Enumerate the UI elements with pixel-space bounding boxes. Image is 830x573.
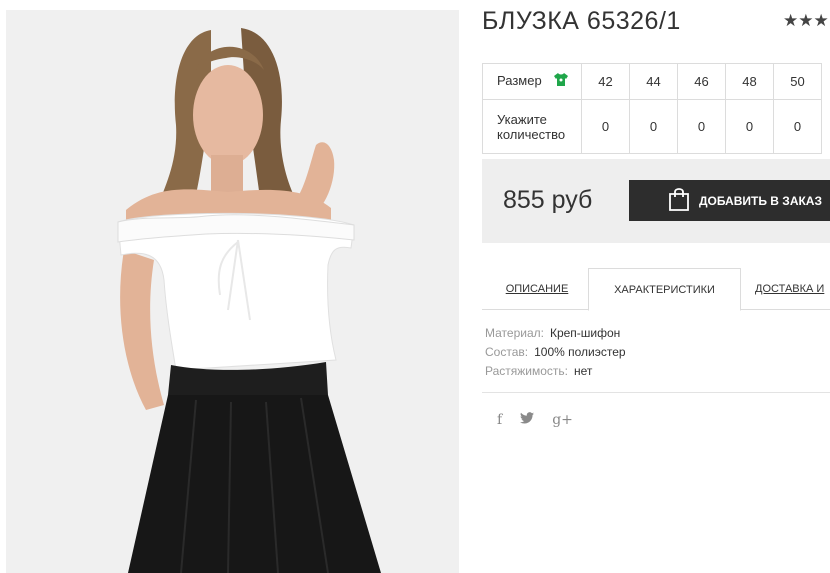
quantity-label-line2: количество — [497, 126, 566, 142]
twitter-icon[interactable] — [520, 412, 535, 428]
divider — [482, 392, 830, 393]
spec-key: Материал: — [485, 326, 544, 340]
product-tabs: ОПИСАНИЕ ХАРАКТЕРИСТИКИ ДОСТАВКА И — [482, 268, 830, 311]
spec-key: Растяжимость: — [485, 364, 569, 378]
quantity-header-cell: Укажите количество — [482, 99, 582, 154]
shopping-bag-icon — [667, 186, 691, 215]
quantity-input[interactable]: 0 — [677, 99, 726, 154]
spec-value: нет — [574, 364, 593, 378]
product-title: БЛУЗКА 65326/1 — [482, 7, 681, 35]
spec-key: Состав: — [485, 345, 529, 359]
tab-delivery-label: ДОСТАВКА И — [755, 283, 825, 295]
tab-delivery[interactable]: ДОСТАВКА И — [755, 268, 830, 310]
tab-characteristics[interactable]: ХАРАКТЕРИСТИКИ — [588, 268, 741, 311]
spec-value: Креп-шифон — [549, 326, 621, 340]
quantity-label-line1: Укажите — [497, 111, 547, 127]
price-box: 855 руб ДОБАВИТЬ В ЗАКАЗ — [482, 159, 830, 243]
google-plus-icon[interactable]: g+ — [552, 412, 573, 428]
quantity-input[interactable]: 0 — [725, 99, 774, 154]
product-photo[interactable] — [6, 10, 459, 573]
facebook-icon[interactable]: f — [497, 412, 502, 428]
size-chart-shirt-icon[interactable] — [553, 72, 569, 90]
size-cell: 48 — [725, 63, 774, 100]
size-cell: 42 — [581, 63, 630, 100]
quantity-input[interactable]: 0 — [581, 99, 630, 154]
specs-list: Материал: Креп-шифон Состав: 100% полиэсте… — [485, 324, 626, 381]
spec-row: Материал: Креп-шифон — [485, 324, 626, 343]
size-header-cell: Размер — [482, 63, 582, 100]
add-to-order-button[interactable]: ДОБАВИТЬ В ЗАКАЗ — [629, 180, 830, 221]
spec-row: Состав: 100% полиэстер — [485, 343, 626, 362]
quantity-input[interactable]: 0 — [629, 99, 678, 154]
size-row: Размер 42 44 46 48 50 — [482, 63, 822, 100]
price: 855 руб — [503, 186, 593, 214]
size-cell: 44 — [629, 63, 678, 100]
social-share: f g+ — [497, 412, 573, 428]
quantity-input[interactable]: 0 — [773, 99, 822, 154]
size-cell: 46 — [677, 63, 726, 100]
size-label: Размер — [497, 73, 542, 89]
spec-row: Растяжимость: нет — [485, 362, 626, 381]
size-quantity-table: Размер 42 44 46 48 50 Укажите количество… — [482, 63, 822, 154]
rating-stars[interactable]: ★★★ — [783, 11, 829, 31]
size-cell: 50 — [773, 63, 822, 100]
product-photo-illustration — [6, 10, 459, 573]
add-to-order-label: ДОБАВИТЬ В ЗАКАЗ — [699, 193, 822, 208]
spec-value: 100% полиэстер — [534, 345, 626, 359]
tab-characteristics-label: ХАРАКТЕРИСТИКИ — [614, 283, 715, 296]
quantity-row: Укажите количество 0 0 0 0 0 — [482, 99, 822, 154]
tab-description[interactable]: ОПИСАНИЕ — [492, 268, 582, 310]
tab-description-label: ОПИСАНИЕ — [505, 283, 569, 295]
